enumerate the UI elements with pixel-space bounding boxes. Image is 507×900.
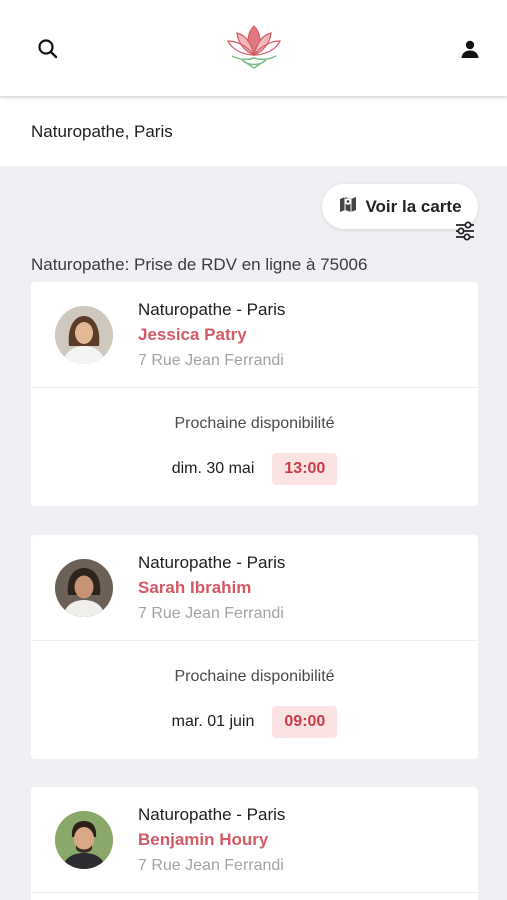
practitioner-address: 7 Rue Jean Ferrandi [138, 857, 284, 874]
availability-label: Prochaine disponibilité [174, 415, 335, 432]
practitioner-name[interactable]: Benjamin Houry [138, 830, 268, 850]
practitioner-info[interactable]: Naturopathe - Paris Benjamin Houry 7 Rue… [31, 787, 478, 893]
practitioner-name[interactable]: Sarah Ibrahim [138, 578, 251, 598]
avatar [55, 306, 113, 364]
map-icon [338, 194, 358, 219]
lotus-logo-icon[interactable] [224, 22, 284, 70]
practitioner-address: 7 Rue Jean Ferrandi [138, 352, 284, 369]
practitioner-info[interactable]: Naturopathe - Paris Sarah Ibrahim 7 Rue … [31, 535, 478, 641]
availability-section: Prochaine disponibilité mar. 01 juin 09:… [31, 641, 478, 759]
user-icon[interactable] [458, 37, 482, 61]
avatar [55, 559, 113, 617]
slot-row: dim. 30 mai 13:00 [31, 453, 478, 485]
slot-date: mar. 01 juin [171, 713, 255, 730]
avatar [55, 811, 113, 869]
results-title: Naturopathe: Prise de RDV en ligne à 750… [31, 255, 368, 274]
practitioner-card[interactable]: Naturopathe - Paris Benjamin Houry 7 Rue… [31, 787, 478, 900]
practitioner-info[interactable]: Naturopathe - Paris Jessica Patry 7 Rue … [31, 282, 478, 388]
sliders-icon[interactable] [453, 219, 477, 243]
search-summary-bar[interactable]: Naturopathe, Paris [0, 98, 507, 241]
practitioner-card[interactable]: Naturopathe - Paris Jessica Patry 7 Rue … [31, 282, 478, 506]
app-header [0, 0, 507, 96]
practitioner-name[interactable]: Jessica Patry [138, 325, 247, 345]
view-map-label: Voir la carte [365, 196, 462, 216]
availability-section: Prochaine disponibilité dim. 30 mai 13:0… [31, 388, 478, 506]
practitioner-specialty: Naturopathe - Paris [138, 553, 286, 572]
practitioner-address: 7 Rue Jean Ferrandi [138, 605, 284, 622]
availability-label: Prochaine disponibilité [174, 668, 335, 685]
practitioner-specialty: Naturopathe - Paris [138, 805, 286, 824]
slot-time-button[interactable]: 13:00 [272, 453, 338, 485]
slot-date: dim. 30 mai [171, 460, 255, 477]
slot-row: mar. 01 juin 09:00 [31, 706, 478, 738]
search-icon[interactable] [36, 37, 60, 61]
practitioner-card[interactable]: Naturopathe - Paris Sarah Ibrahim 7 Rue … [31, 535, 478, 759]
search-query[interactable]: Naturopathe, Paris [31, 122, 173, 142]
practitioner-specialty: Naturopathe - Paris [138, 300, 286, 319]
slot-time-button[interactable]: 09:00 [272, 706, 338, 738]
